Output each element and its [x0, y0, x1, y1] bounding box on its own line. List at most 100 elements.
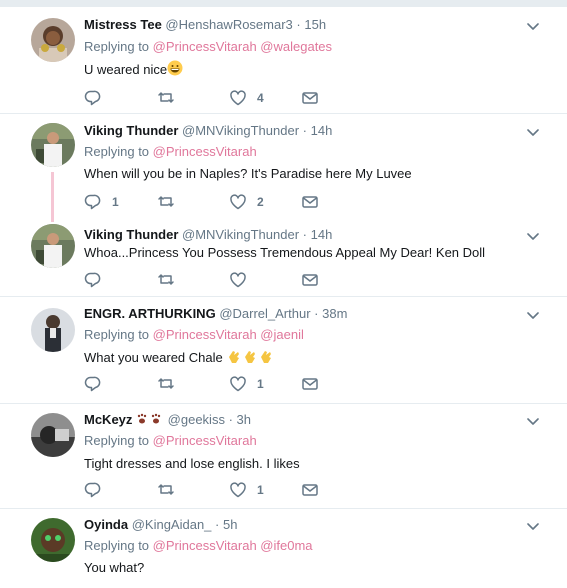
chevron-down-icon[interactable]	[527, 523, 539, 531]
tweet-header: Viking Thunder @MNVikingThunder · 14h	[84, 227, 332, 243]
reply-button[interactable]	[84, 376, 102, 392]
mention-link[interactable]: @jaenil	[260, 327, 304, 342]
display-name[interactable]: ENGR. ARTHURKING	[84, 306, 216, 321]
username[interactable]: @KingAidan_	[132, 517, 212, 532]
retweet-button[interactable]	[157, 376, 175, 392]
direct-message-button[interactable]	[301, 194, 319, 210]
avatar[interactable]	[31, 224, 75, 268]
tweet[interactable]: ENGR. ARTHURKING @Darrel_Arthur · 38m Re…	[0, 297, 567, 403]
reply-icon	[84, 376, 101, 392]
replying-to-label: Replying to	[84, 538, 150, 553]
avatar[interactable]	[31, 413, 75, 457]
replying-to-label: Replying to	[84, 144, 150, 159]
tweet[interactable]: McKeyz @geekiss · 3h Replying to @Prince…	[0, 404, 567, 508]
timestamp[interactable]: 38m	[322, 306, 347, 321]
direct-message-button[interactable]	[301, 376, 319, 392]
mention-link[interactable]: @PrincessVitarah	[153, 327, 257, 342]
retweet-button[interactable]	[157, 482, 175, 498]
username[interactable]: @MNVikingThunder	[182, 227, 299, 242]
tweet-text: When will you be in Naples? It's Paradis…	[84, 166, 412, 181]
reply-icon	[84, 482, 101, 498]
mention-link[interactable]: @PrincessVitarah	[153, 39, 257, 54]
tweet[interactable]: Viking Thunder @MNVikingThunder · 14h Wh…	[0, 218, 567, 296]
retweet-icon	[158, 484, 174, 495]
reply-button[interactable]	[84, 272, 102, 288]
reply-button[interactable]: 1	[84, 194, 119, 210]
mention-link[interactable]: @walegates	[260, 39, 332, 54]
tweet-actions	[84, 272, 384, 288]
tweet-text-body: U weared nice	[84, 62, 168, 77]
like-button[interactable]: 4	[229, 90, 264, 106]
like-button[interactable]: 2	[229, 194, 264, 210]
tweet-text: Tight dresses and lose english. I likes	[84, 456, 300, 471]
display-name[interactable]: Oyinda	[84, 517, 128, 532]
tweet-actions: 1 2	[84, 194, 384, 210]
timestamp[interactable]: 3h	[237, 412, 251, 427]
tweet-actions: 4	[84, 90, 384, 106]
chevron-down-icon[interactable]	[527, 129, 539, 137]
chevron-down-icon[interactable]	[527, 418, 539, 426]
replying-to: Replying to @PrincessVitarah	[84, 433, 257, 449]
tweet-text: U weared nice	[84, 60, 183, 78]
replying-to: Replying to @PrincessVitarah	[84, 144, 257, 160]
display-name[interactable]: Viking Thunder	[84, 123, 178, 138]
display-name[interactable]: Viking Thunder	[84, 227, 178, 242]
mention-link[interactable]: @PrincessVitarah	[153, 433, 257, 448]
replying-to: Replying to @PrincessVitarah @jaenil	[84, 327, 304, 343]
username[interactable]: @HenshawRosemar3	[165, 17, 292, 32]
reply-button[interactable]	[84, 90, 102, 106]
like-button[interactable]: 1	[229, 482, 264, 498]
username[interactable]: @Darrel_Arthur	[219, 306, 310, 321]
thread-connector	[51, 172, 54, 222]
envelope-icon	[302, 92, 318, 104]
mention-link[interactable]: @PrincessVitarah	[153, 144, 257, 159]
username[interactable]: @geekiss	[168, 412, 225, 427]
retweet-icon	[158, 378, 174, 389]
avatar[interactable]	[31, 308, 75, 352]
tweet[interactable]: Viking Thunder @MNVikingThunder · 14h Re…	[0, 114, 567, 222]
mention-link[interactable]: @ife0ma	[260, 538, 312, 553]
tweet-text-body: What you weared Chale	[84, 350, 223, 365]
reply-count: 1	[112, 195, 119, 209]
avatar[interactable]	[31, 518, 75, 562]
tweet[interactable]: Mistress Tee @HenshawRosemar3 · 15h Repl…	[0, 7, 567, 113]
direct-message-button[interactable]	[301, 90, 319, 106]
tweet-actions: 1	[84, 376, 384, 392]
separator-dot: ·	[302, 227, 307, 242]
top-border	[0, 0, 567, 7]
envelope-icon	[302, 274, 318, 286]
direct-message-button[interactable]	[301, 482, 319, 498]
retweet-button[interactable]	[157, 194, 175, 210]
envelope-icon	[302, 378, 318, 390]
replying-to: Replying to @PrincessVitarah @ife0ma	[84, 538, 313, 554]
avatar[interactable]	[31, 123, 75, 167]
mention-link[interactable]: @PrincessVitarah	[153, 538, 257, 553]
tweet[interactable]: Oyinda @KingAidan_ · 5h Replying to @Pri…	[0, 509, 567, 588]
direct-message-button[interactable]	[301, 272, 319, 288]
replying-to-label: Replying to	[84, 39, 150, 54]
timestamp[interactable]: 14h	[311, 227, 333, 242]
display-name[interactable]: Mistress Tee	[84, 17, 162, 32]
reply-icon	[84, 272, 101, 288]
chevron-down-icon[interactable]	[527, 23, 539, 31]
retweet-button[interactable]	[157, 90, 175, 106]
tweet-text: What you weared Chale	[84, 348, 274, 366]
chevron-down-icon[interactable]	[527, 233, 539, 241]
display-name[interactable]: McKeyz	[84, 412, 132, 427]
like-button[interactable]	[229, 272, 247, 288]
retweet-button[interactable]	[157, 272, 175, 288]
username[interactable]: @MNVikingThunder	[182, 123, 299, 138]
tweet-text: Whoa...Princess You Possess Tremendous A…	[84, 245, 486, 260]
timestamp[interactable]: 5h	[223, 517, 237, 532]
replying-to: Replying to @PrincessVitarah @walegates	[84, 39, 332, 55]
timestamp[interactable]: 15h	[304, 17, 326, 32]
timestamp[interactable]: 14h	[311, 123, 333, 138]
avatar[interactable]	[31, 18, 75, 62]
tweet-header: Oyinda @KingAidan_ · 5h	[84, 517, 237, 533]
grinning-face-emoji	[167, 60, 183, 76]
separator-dot: ·	[314, 306, 319, 321]
like-button[interactable]: 1	[229, 376, 264, 392]
chevron-down-icon[interactable]	[527, 312, 539, 320]
reply-button[interactable]	[84, 482, 102, 498]
separator-dot: ·	[302, 123, 307, 138]
